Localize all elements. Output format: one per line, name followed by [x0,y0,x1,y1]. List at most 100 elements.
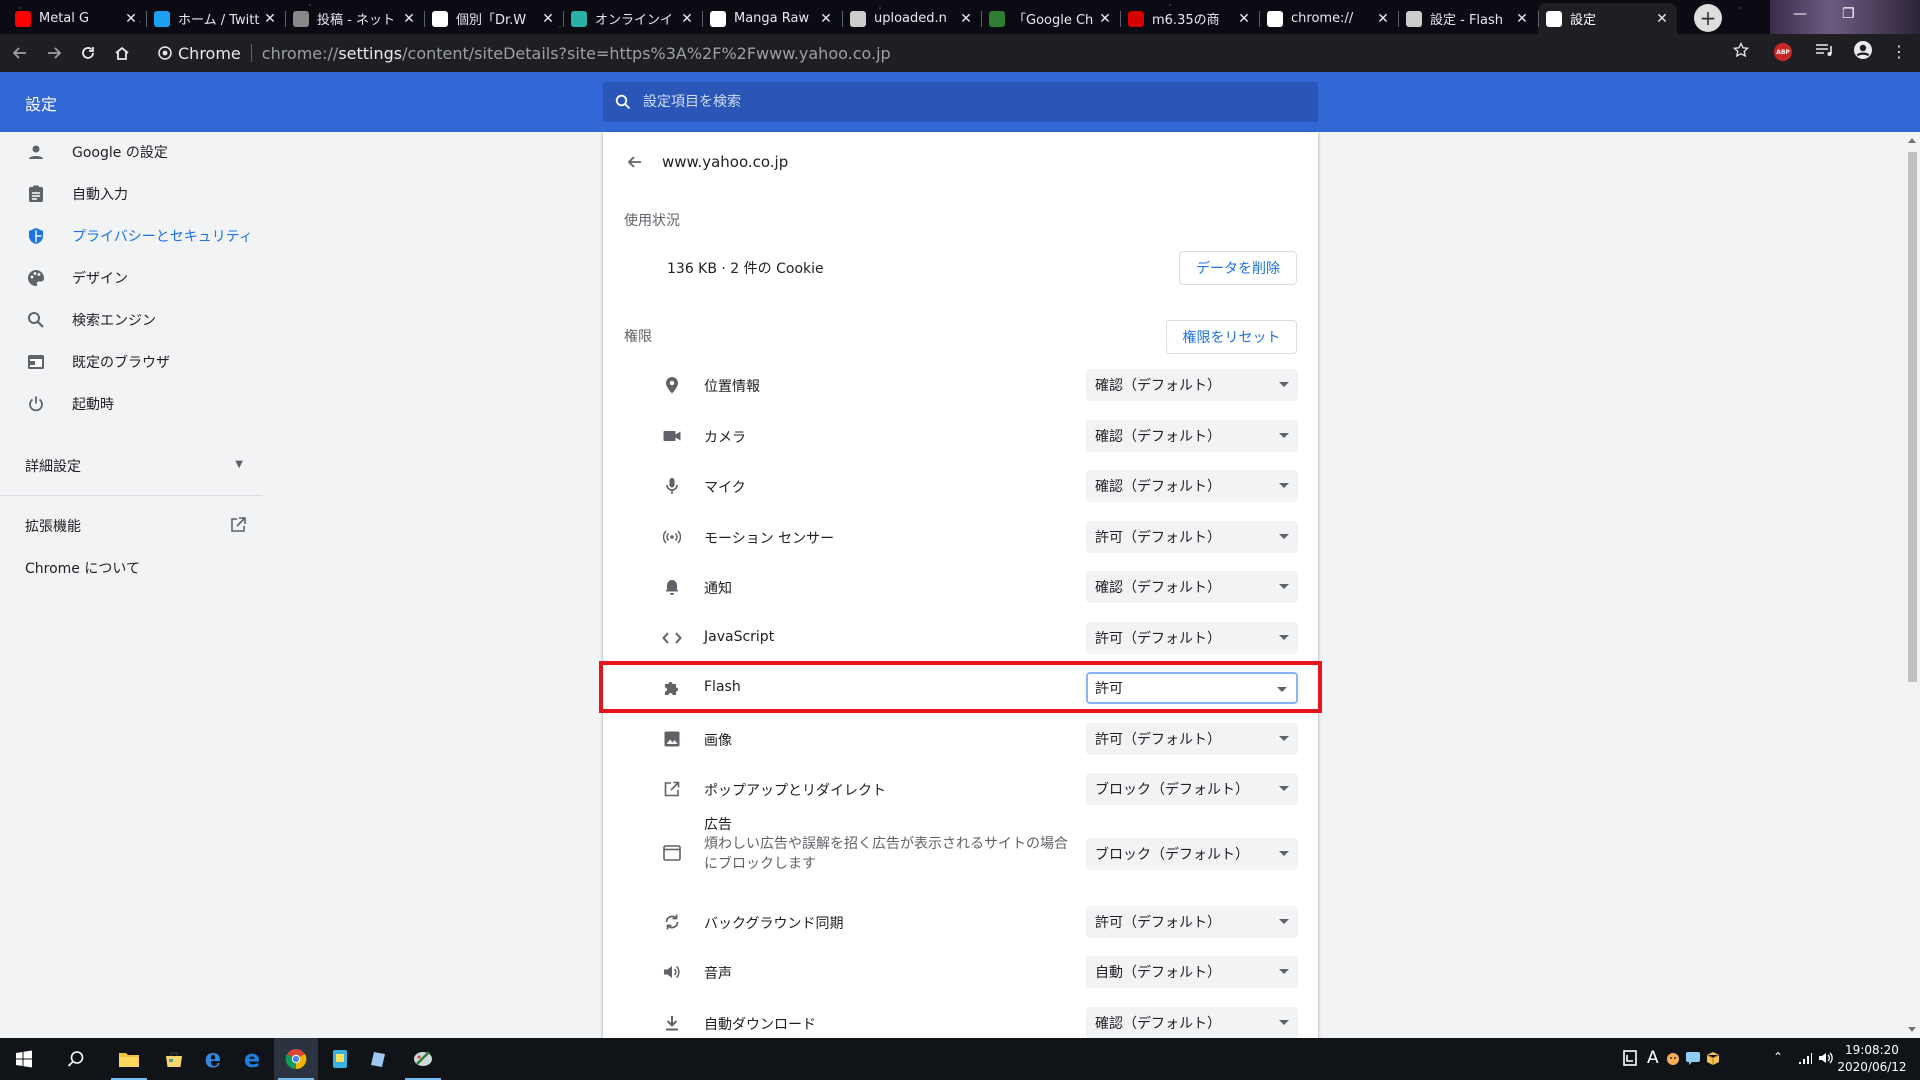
close-tab-icon[interactable]: ✕ [1098,11,1112,27]
app-button-6[interactable] [357,1038,401,1080]
permission-select[interactable]: 確認（デフォルト） [1086,420,1298,452]
network-icon[interactable] [1797,1050,1813,1070]
edge-button[interactable]: e [230,1038,274,1080]
permission-select[interactable]: 確認（デフォルト） [1086,369,1298,401]
tray-cat-icon[interactable] [1665,1050,1681,1070]
close-tab-icon[interactable]: ✕ [541,11,555,27]
page-scrollbar[interactable] [1905,132,1920,1038]
menu-icon[interactable]: ⋮ [1891,42,1907,61]
reload-button[interactable] [74,39,102,67]
browser-tab[interactable]: 投稿 - ネット ✕ [285,3,424,34]
scroll-up-icon[interactable] [1908,138,1916,143]
taskbar-search-button[interactable] [54,1038,98,1080]
close-tab-icon[interactable]: ✕ [1515,11,1529,27]
reset-permissions-button[interactable]: 権限をリセット [1166,320,1297,354]
app-button-5[interactable] [318,1038,362,1080]
back-button[interactable] [6,39,34,67]
home-button[interactable] [108,39,136,67]
gear-icon [1546,10,1562,27]
arrow-right-icon [48,47,62,59]
tab-title: chrome:// [1291,11,1354,26]
permission-select[interactable]: 確認（デフォルト） [1086,571,1298,603]
bookmark-star-icon[interactable] [1732,41,1750,62]
browser-tab[interactable]: Manga Raw ✕ [702,3,841,34]
close-tab-icon[interactable]: ✕ [1237,11,1251,27]
system-clock[interactable]: 19:08:20 2020/06/12 [1830,1042,1914,1076]
sidebar-item[interactable]: デザイン [0,258,262,298]
app-button-7[interactable] [401,1038,445,1080]
clear-data-button[interactable]: データを削除 [1179,251,1297,285]
permission-select[interactable]: 許可（デフォルト） [1086,723,1298,755]
ad-icon [662,843,682,863]
close-tab-icon[interactable]: ✕ [1655,11,1669,27]
permission-label: 画像 [704,733,732,749]
forward-button[interactable] [40,39,68,67]
browser-tab[interactable]: 個別「Dr.W ✕ [424,3,563,34]
browser-tab[interactable]: Metal G ✕ [7,3,146,34]
permission-select[interactable]: ブロック（デフォルト） [1086,838,1298,870]
scrollbar-thumb[interactable] [1908,152,1917,682]
close-tab-icon[interactable]: ✕ [680,11,694,27]
close-tab-icon[interactable]: ✕ [819,11,833,27]
permission-select[interactable]: 許可（デフォルト） [1086,521,1298,553]
maximize-icon[interactable]: ❐ [1842,6,1855,22]
internet-explorer-button[interactable]: e [191,1038,235,1080]
back-arrow-button[interactable] [623,150,647,174]
permission-select[interactable]: 許可（デフォルト） [1086,906,1298,938]
settings-search-box[interactable] [603,82,1318,122]
browser-tab[interactable]: uploaded.n ✕ [842,3,981,34]
close-tab-icon[interactable]: ✕ [959,11,973,27]
sidebar-item[interactable]: 既定のブラウザ [0,342,262,382]
search-input[interactable] [643,94,1243,110]
browser-tab[interactable]: chrome:// ✕ [1259,3,1398,34]
adblock-extension-icon[interactable]: ABP [1774,43,1792,61]
scroll-down-icon[interactable] [1908,1027,1916,1032]
browser-tab[interactable]: m6.35の商 ✕ [1120,3,1259,34]
permission-select[interactable]: ブロック（デフォルト） [1086,773,1298,805]
start-button[interactable] [2,1038,46,1080]
edge-icon: e [243,1045,261,1073]
yahoo-icon [1128,10,1144,27]
minimize-icon[interactable]: — [1793,6,1807,22]
tray-app-icon[interactable] [1623,1050,1637,1070]
tray-box-icon[interactable] [1705,1050,1721,1070]
advanced-settings-toggle[interactable]: 詳細設定 ▼ [25,456,243,476]
permission-value: ブロック（デフォルト） [1095,782,1249,798]
close-tab-icon[interactable]: ✕ [263,11,277,27]
tray-chat-icon[interactable] [1685,1050,1701,1070]
chrome-logo-icon [285,1049,307,1070]
about-chrome-link[interactable]: Chrome について [25,558,140,578]
sidebar-item[interactable]: プライバシーとセキュリティ [0,216,262,256]
permission-select[interactable]: 確認（デフォルト） [1086,470,1298,502]
browser-tab[interactable]: 設定 - Flash ✕ [1398,3,1537,34]
mic-icon [662,476,682,496]
ime-mode-indicator[interactable]: A [1647,1048,1659,1068]
extensions-link[interactable]: 拡張機能 [25,516,247,536]
browser-tab[interactable]: 「Google Ch ✕ [981,3,1120,34]
sidebar-item[interactable]: 起動時 [0,384,262,424]
chrome-taskbar-button[interactable] [274,1038,318,1080]
browser-tab[interactable]: オンラインイ ✕ [563,3,702,34]
show-hidden-icons-icon[interactable]: ⌃ [1773,1050,1783,1064]
media-control-icon[interactable] [1815,42,1835,62]
permission-select[interactable]: 許可（デフォルト） [1086,622,1298,654]
permission-select[interactable]: 確認（デフォルト） [1086,1007,1298,1038]
sync-icon [662,912,682,932]
browser-tab[interactable]: ホーム / Twitt ✕ [146,3,285,34]
new-tab-button[interactable]: + [1694,4,1722,32]
file-explorer-button[interactable] [107,1038,151,1080]
profile-avatar-icon[interactable] [1853,40,1873,64]
dropdown-arrow-icon [1279,969,1289,974]
url-scheme: chrome:// [261,43,339,63]
sidebar-item[interactable]: Google の設定 [0,132,262,172]
close-tab-icon[interactable]: ✕ [124,11,138,27]
permission-value: 確認（デフォルト） [1095,429,1221,445]
sidebar-item[interactable]: 検索エンジン [0,300,262,340]
address-bar[interactable]: Chrome chrome://settings/content/siteDet… [150,39,1750,67]
browser-tab[interactable]: 設定 ✕ [1538,3,1677,34]
close-tab-icon[interactable]: ✕ [1376,11,1390,27]
close-tab-icon[interactable]: ✕ [402,11,416,27]
store-app-button[interactable] [152,1038,196,1080]
sidebar-item[interactable]: 自動入力 [0,174,262,214]
permission-select[interactable]: 自動（デフォルト） [1086,956,1298,988]
